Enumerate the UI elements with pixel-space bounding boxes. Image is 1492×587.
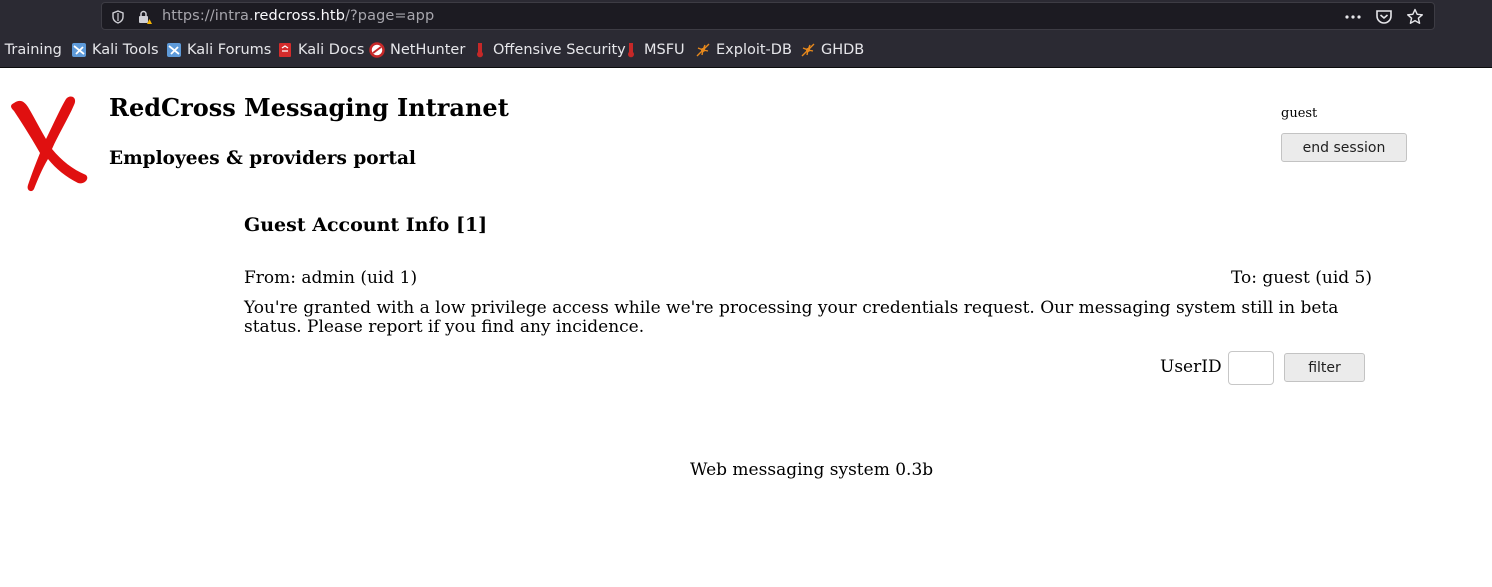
bookmark-offensive-security[interactable]: Offensive Security bbox=[472, 42, 626, 58]
nethunter-icon bbox=[369, 42, 385, 58]
site-title: RedCross Messaging Intranet bbox=[109, 93, 509, 122]
red-cross-logo-icon bbox=[10, 95, 90, 193]
filter-button[interactable]: filter bbox=[1284, 353, 1365, 382]
bookmark-kali-forums[interactable]: Kali Forums bbox=[166, 42, 271, 58]
pocket-icon[interactable] bbox=[1375, 8, 1393, 26]
tracking-shield-icon[interactable] bbox=[111, 9, 125, 24]
message-title: Guest Account Info [1] bbox=[244, 214, 488, 236]
bookmark-label: GHDB bbox=[821, 42, 865, 58]
current-user: guest bbox=[1281, 106, 1318, 121]
userid-input[interactable] bbox=[1228, 351, 1274, 385]
kali-dragon-icon bbox=[71, 42, 87, 58]
exploitdb-spider-icon bbox=[695, 42, 711, 58]
bookmark-label: Kali Tools bbox=[92, 42, 159, 58]
kali-dragon-icon bbox=[166, 42, 182, 58]
insecure-lock-icon[interactable] bbox=[136, 9, 152, 25]
bookmark-kali-docs[interactable]: Kali Docs bbox=[277, 42, 364, 58]
url-bar[interactable]: https://intra.redcross.htb/?page=app bbox=[101, 2, 1435, 30]
bookmark-exploit-db[interactable]: Exploit-DB bbox=[695, 42, 792, 58]
kali-docs-icon bbox=[277, 42, 293, 58]
bookmark-kali-training[interactable]: i Training bbox=[0, 42, 62, 58]
url-actions bbox=[1344, 7, 1424, 27]
offsec-icon bbox=[623, 42, 639, 58]
message-body: You're granted with a low privilege acce… bbox=[244, 298, 1339, 337]
bookmark-label: NetHunter bbox=[390, 42, 466, 58]
message-from: From: admin (uid 1) bbox=[244, 268, 418, 288]
message-to: To: guest (uid 5) bbox=[1231, 268, 1372, 288]
offsec-icon bbox=[472, 42, 488, 58]
bookmark-label: Kali Docs bbox=[298, 42, 365, 58]
bookmark-label: MSFU bbox=[644, 42, 685, 58]
bookmarks-toolbar: i Training Kali Tools Kali Forums Kali D… bbox=[0, 38, 1492, 66]
browser-chrome: https://intra.redcross.htb/?page=app i T… bbox=[0, 0, 1492, 68]
bookmark-ghdb[interactable]: GHDB bbox=[800, 42, 864, 58]
page-actions-icon[interactable] bbox=[1344, 8, 1362, 26]
userid-label: UserID bbox=[1160, 357, 1222, 377]
bookmark-kali-tools[interactable]: Kali Tools bbox=[71, 42, 159, 58]
exploitdb-spider-icon bbox=[800, 42, 816, 58]
bookmark-label: Offensive Security bbox=[493, 42, 626, 58]
bookmark-nethunter[interactable]: NetHunter bbox=[369, 42, 465, 58]
bookmark-label: Kali Forums bbox=[187, 42, 272, 58]
site-subtitle: Employees & providers portal bbox=[109, 148, 416, 169]
chrome-divider bbox=[0, 67, 1492, 68]
bookmark-msfu[interactable]: MSFU bbox=[623, 42, 685, 58]
bookmark-label: i Training bbox=[0, 42, 62, 58]
bookmark-label: Exploit-DB bbox=[716, 42, 792, 58]
url-text[interactable]: https://intra.redcross.htb/?page=app bbox=[162, 8, 434, 24]
end-session-button[interactable]: end session bbox=[1281, 133, 1407, 162]
footer-version: Web messaging system 0.3b bbox=[690, 460, 934, 480]
bookmark-star-icon[interactable] bbox=[1406, 8, 1424, 26]
